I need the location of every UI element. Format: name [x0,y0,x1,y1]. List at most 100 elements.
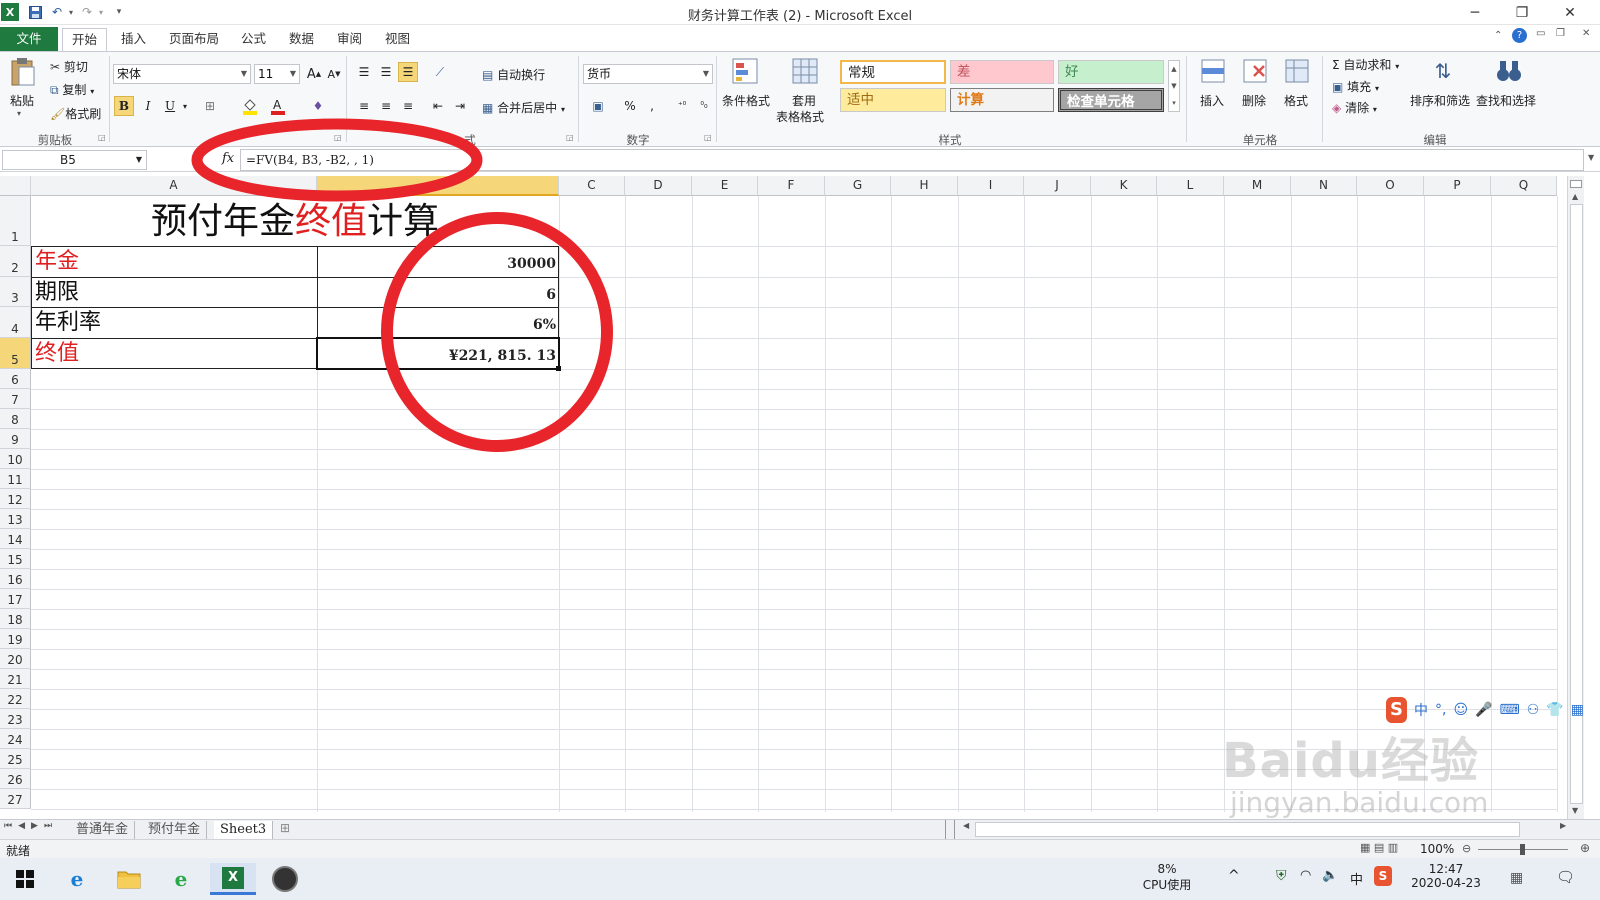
close-workbook-icon[interactable]: ✕ [1582,28,1590,39]
notification-icon[interactable]: 🗨 [1556,868,1575,886]
autosum-label: 自动求和 [1343,58,1392,72]
align-bottom-icon[interactable]: ☰ [398,62,418,82]
excel-taskbar-icon[interactable]: X [210,863,256,895]
scroll-right-icon[interactable]: ▶ [1560,821,1566,830]
windows-start-icon[interactable] [8,863,42,895]
styles-scroll[interactable]: ▲ ▼ ▾ [1168,60,1180,112]
tab-page-layout[interactable]: 页面布局 [160,28,228,50]
new-sheet-icon[interactable]: ⊞ [280,821,290,835]
style-normal[interactable]: 常规 [840,60,946,84]
sort-filter-icon[interactable]: ⇅ [1428,56,1458,86]
style-bad[interactable]: 差 [950,60,1054,84]
restore-button[interactable]: ❐ [1502,2,1542,24]
sheet-tab-2[interactable]: 预付年金 [142,821,208,839]
comma-style-button[interactable]: , [642,96,662,116]
copy-button[interactable]: ⧉ 复制 ▾ [50,81,94,98]
shrink-font-button[interactable]: A ▼ [324,64,344,84]
tab-file[interactable]: 文件 [0,27,58,51]
worksheet-grid[interactable]: A B C D E F G H I J K L M N O P Q 1 2 3 … [0,176,1584,819]
close-button[interactable]: ✕ [1550,2,1590,24]
cpu-usage[interactable]: 8% CPU使用 [1140,862,1194,893]
tab-insert[interactable]: 插入 [112,28,155,50]
horizontal-scroll-thumb[interactable] [975,822,1520,837]
find-select-button[interactable]: 查找和选择 [1476,92,1536,109]
desktop-preview-icon[interactable]: ▦ [1510,870,1523,886]
chevron-down-icon: ▾ [1375,84,1380,93]
style-check-cell[interactable]: 检查单元格 [1058,88,1164,112]
wrap-text-button[interactable]: ▤ 自动换行 [482,66,545,83]
minimize-ribbon-icon[interactable]: ▭ [1536,28,1545,39]
sogou-tray-icon[interactable]: S [1374,866,1392,886]
cpu-label: CPU使用 [1142,878,1192,892]
style-neutral[interactable]: 适中 [840,88,946,112]
insert-cells-button[interactable]: 插入 [1200,92,1224,109]
increase-decimal-icon[interactable]: ⁺⁰ [672,96,692,116]
wifi-icon[interactable]: ◠ [1300,868,1311,883]
tab-view[interactable]: 视图 [376,28,419,50]
font-name-value: 宋体 [117,67,142,81]
help-icon[interactable]: ? [1512,28,1527,43]
chevron-down-icon: ▼ [702,69,709,78]
browser-360-icon[interactable]: e [164,863,198,895]
zoom-in-icon[interactable]: ⊕ [1580,841,1590,855]
align-top-icon[interactable]: ☰ [354,62,374,82]
decrease-decimal-icon[interactable]: ⁰₀ [694,96,714,116]
style-calculation[interactable]: 计算 [950,88,1054,112]
restore-workbook-icon[interactable]: ❐ [1556,28,1565,39]
font-name-combo[interactable]: 宋体 ▼ [113,64,251,84]
dialog-launcher-icon[interactable]: ◲ [704,133,712,142]
sheet-tab-1[interactable]: 普通年金 [70,821,136,839]
volume-icon[interactable]: 🔈 [1322,868,1338,883]
shield-icon[interactable]: ⛨ [1276,868,1287,884]
scissors-icon: ✂ [50,60,61,74]
grow-font-button[interactable]: A ▲ [304,64,324,84]
sheet-tab-3[interactable]: Sheet3 [214,821,274,839]
zoom-level[interactable]: 100% [1420,842,1454,856]
media-app-icon[interactable] [268,863,302,895]
table-format-label-2[interactable]: 表格格式 [776,108,824,125]
binoculars-icon[interactable] [1494,56,1524,86]
format-cells-button[interactable]: 格式 [1284,92,1308,109]
fill-button[interactable]: ▣ 填充 ▾ [1332,78,1379,95]
tab-formulas[interactable]: 公式 [232,28,275,50]
paste-icon[interactable] [8,56,38,88]
tab-review[interactable]: 审阅 [328,28,371,50]
ime-tray-language[interactable]: 中 [1350,869,1363,888]
number-format-combo[interactable]: 货币 ▼ [583,64,713,84]
sheet-tabs-bar: ⏮◀▶⏭ 普通年金 预付年金 Sheet3 ⊞ ◀ ▶ [0,819,1600,839]
show-hidden-icons[interactable]: ^ [1228,868,1240,884]
cut-button[interactable]: ✂ 剪切 [50,58,88,75]
zoom-out-icon[interactable]: ⊖ [1462,842,1471,855]
table-format-label-1[interactable]: 套用 [792,92,816,109]
format-cells-icon[interactable] [1282,56,1312,86]
delete-cells-button[interactable]: 删除 [1242,92,1266,109]
clear-button[interactable]: ◈ 清除 ▾ [1332,99,1377,116]
clock[interactable]: 12:47 2020-04-23 [1406,862,1486,890]
style-good[interactable]: 好 [1058,60,1164,84]
view-buttons[interactable]: ▦ ▤ ▥ [1360,841,1398,854]
file-explorer-icon[interactable] [112,863,146,895]
font-size-combo[interactable]: 11 ▼ [254,64,300,84]
orientation-icon[interactable]: ⟋ [430,62,450,82]
conditional-format-button[interactable]: 条件格式 [722,92,770,109]
edge-icon[interactable]: e [60,863,94,895]
tab-home[interactable]: 开始 [62,28,108,53]
scroll-left-icon[interactable]: ◀ [963,821,969,830]
expand-formula-icon[interactable]: ▼ [1588,153,1594,162]
conditional-format-icon[interactable] [730,56,760,86]
autosum-button[interactable]: Σ 自动求和 ▾ [1332,56,1399,73]
cells-group-label: 单元格 [1242,133,1278,147]
sort-filter-button[interactable]: 排序和筛选 [1410,92,1470,109]
table-format-icon[interactable] [790,56,820,86]
collapse-ribbon-icon[interactable]: ⌃ [1494,30,1502,41]
tab-split-handle[interactable] [945,820,955,839]
tab-data[interactable]: 数据 [280,28,323,50]
insert-cells-icon[interactable] [1198,56,1228,86]
wrap-text-icon: ▤ [482,68,494,82]
align-middle-icon[interactable]: ☰ [376,62,396,82]
zoom-slider-thumb[interactable] [1520,844,1525,855]
percent-style-button[interactable]: % [620,96,640,116]
delete-cells-icon[interactable] [1240,56,1270,86]
minimize-button[interactable]: ─ [1455,2,1495,24]
sheet-nav-icons[interactable]: ⏮◀▶⏭ [4,821,58,831]
